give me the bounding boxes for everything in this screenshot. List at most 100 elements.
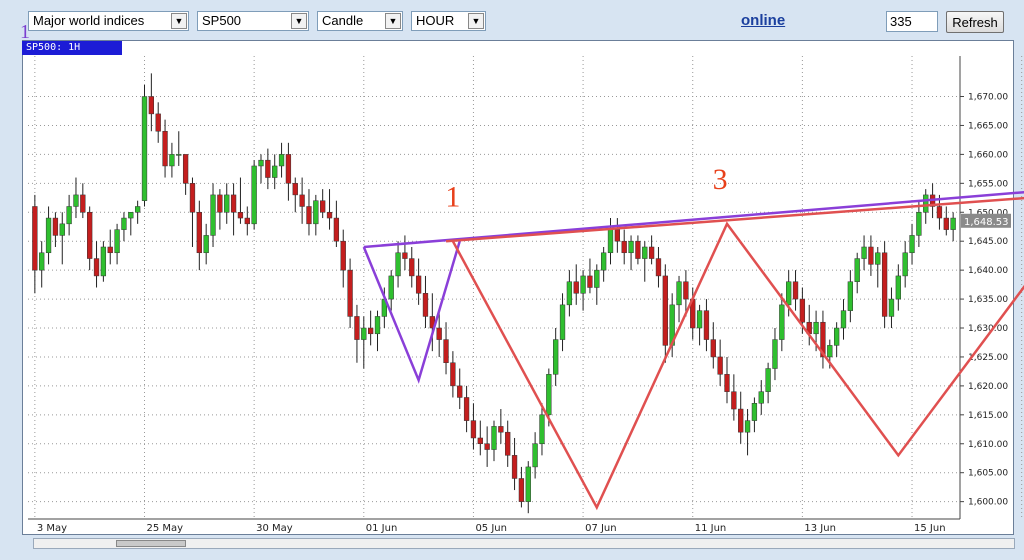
candle-body [525,466,531,502]
candle-body [340,240,346,271]
candle-body [477,437,483,445]
candle-body [59,223,65,236]
candle-body [32,206,38,271]
candle-body [347,269,353,317]
candle-body [320,200,326,213]
candle-body [272,165,278,178]
x-tick-label: 13 Jun [804,523,836,534]
candle-body [511,455,518,479]
candle-body [80,194,86,213]
candle-body [306,206,312,225]
candle-body [121,217,127,230]
candle-body [491,426,497,450]
candle-body [580,275,586,294]
candle-body [251,165,257,225]
candle-body [621,240,627,254]
candle-body [786,281,792,306]
horizontal-scrollbar[interactable] [33,538,1015,549]
candle-body [738,408,744,433]
candle-body [875,252,881,265]
candle-body [566,281,573,306]
y-tick-label: 1,620.00 [968,382,1008,392]
candle-body [950,217,956,230]
candle-body [799,298,806,323]
candle-body [902,252,908,277]
candle-body [388,275,394,300]
candle-body [607,229,614,254]
candle-body [402,252,408,259]
candle-body [683,281,689,300]
candle-body [333,217,340,242]
candle-body [134,206,141,213]
candle-body [422,293,429,317]
y-tick-label: 1,670.00 [968,93,1008,103]
candle-body [354,316,360,340]
candle-body [148,96,155,115]
candle-body [244,217,250,225]
candle-body [114,229,120,254]
x-tick-label: 01 Jun [366,523,398,534]
candle-body [600,252,607,271]
y-tick-label: 1,660.00 [968,150,1008,160]
candle-body [724,374,730,392]
x-tick-label: 15 Jun [914,523,946,534]
candle-body [409,258,415,277]
candle-body [326,212,333,219]
candle-body [45,217,52,254]
y-tick-label: 1,655.00 [968,179,1008,189]
candle-body [895,275,901,300]
candle-body [696,310,703,329]
candle-body [217,194,223,213]
candle-body [772,339,778,369]
candle-body [230,194,237,213]
candlestick-chart: 1,600.00 1,605.00 1,610.00 1,615.00 1,620.00… [28,56,1024,534]
candle-body [415,275,422,294]
candle-body [833,327,840,346]
candle-body [758,391,764,404]
candle-body [868,246,874,265]
y-tick-label: 1,630.00 [968,324,1008,334]
candle-body [292,183,298,196]
candle-body [285,154,292,184]
candle-body [182,154,189,184]
scrollbar-thumb[interactable] [116,540,186,547]
wave-label: 1 [445,180,460,213]
candle-body [635,240,641,259]
wave-label: 3 [713,163,728,196]
candle-body [155,113,161,132]
x-tick-label: 11 Jun [695,523,727,534]
candle-body [141,96,148,201]
candle-body [532,443,538,468]
candle-body [553,339,559,375]
y-tick-label: 1,600.00 [968,498,1008,508]
candle-body [881,252,888,317]
candle-body [662,275,668,346]
candle-body [443,339,449,363]
candle-body [457,385,463,398]
candle-body [628,240,634,254]
candle-body [313,200,319,225]
candle-body [176,154,182,156]
y-tick-label: 1,610.00 [968,440,1008,450]
candle-body [703,310,710,340]
candle-body [923,194,929,213]
candle-body [224,194,230,213]
candle-body [210,194,216,236]
candle-body [39,252,45,271]
candle-body [463,397,470,421]
y-tick-label: 1,645.00 [968,237,1008,247]
candle-body [93,258,100,277]
candle-body [73,194,79,207]
candle-body [87,212,93,259]
candle-body [299,194,305,207]
candle-body [648,246,655,259]
candle-body [361,327,367,340]
candle-body [100,246,107,277]
x-tick-label: 25 May [147,523,184,534]
candle-body [237,212,244,219]
candle-body [813,321,819,335]
candle-body [196,212,202,254]
candle-body [450,362,456,387]
candle-body [710,339,716,358]
y-tick-label: 1,665.00 [968,121,1008,131]
